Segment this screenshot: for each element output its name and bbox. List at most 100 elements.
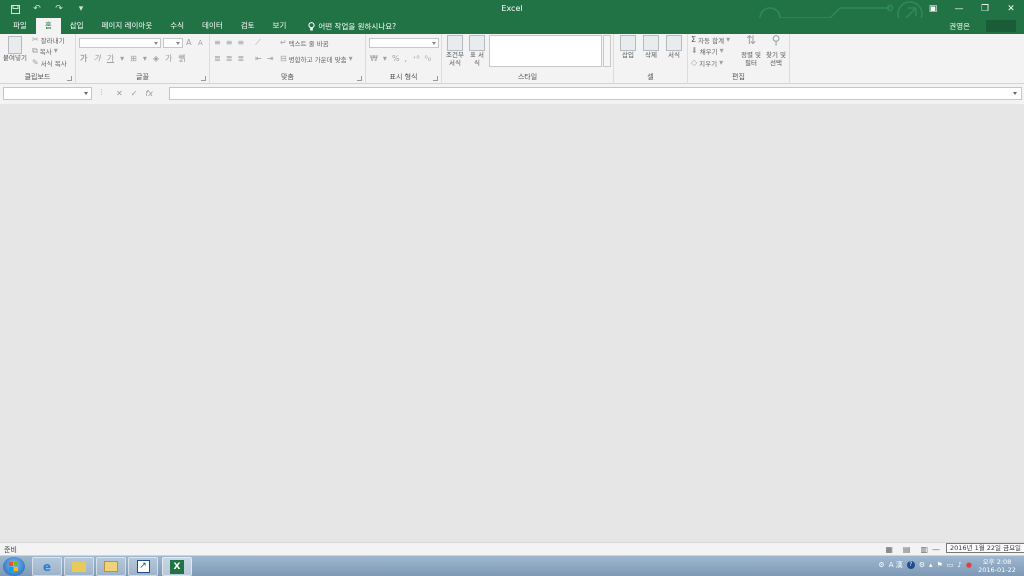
find-select-button[interactable]: ⚲ 찾기 및 선택: [764, 34, 788, 67]
paste-button[interactable]: 붙여넣기: [2, 36, 28, 62]
taskbar-ie[interactable]: e: [32, 557, 62, 576]
cell-styles-gallery[interactable]: [489, 35, 602, 67]
format-cells-button[interactable]: 서식: [663, 35, 685, 59]
number-format-combo[interactable]: [369, 38, 439, 48]
formula-bar-splitter[interactable]: ⋮: [98, 88, 105, 96]
number-launcher-icon[interactable]: [433, 76, 438, 81]
clear-button[interactable]: ◇ 지우기 ▾: [691, 58, 723, 68]
align-middle-icon[interactable]: ≡: [226, 38, 233, 48]
taskbar-app[interactable]: ↗: [128, 557, 158, 576]
wrap-text-button[interactable]: ↵ 텍스트 줄 바꿈: [280, 38, 329, 48]
decrease-decimal-icon[interactable]: ⁰₀: [425, 54, 431, 64]
fill-button[interactable]: ⬇ 채우기 ▾: [691, 46, 724, 56]
align-right-icon[interactable]: ≣: [237, 54, 244, 64]
help-icon[interactable]: ?: [906, 561, 915, 569]
cut-button[interactable]: ✂ 잘라내기: [32, 35, 65, 45]
start-button[interactable]: [3, 557, 25, 576]
styles-group-label: 스타일: [517, 73, 538, 81]
phonetic-icon[interactable]: 뻵: [178, 54, 185, 64]
align-center-icon[interactable]: ≣: [226, 54, 233, 64]
cancel-icon[interactable]: ✕: [116, 89, 123, 98]
insert-function-icon[interactable]: fx: [145, 89, 153, 98]
clock-date: 2016-01-22: [978, 566, 1016, 574]
normal-view-icon[interactable]: ▦: [885, 545, 893, 554]
alignment-group: ≡ ≡ ≡ ⟋ ≣ ≣ ≣ ⇤ ⇥ ↵ 텍스트 줄 바꿈 ⊟ 병합하고 가운데 …: [210, 34, 366, 84]
align-bottom-icon[interactable]: ≡: [237, 38, 244, 48]
chevron-down-icon: ▾: [53, 46, 58, 55]
increase-font-icon[interactable]: A: [186, 38, 191, 48]
copy-button[interactable]: ⧉ 복사 ▾: [32, 46, 58, 56]
bold-button[interactable]: 가: [80, 54, 87, 64]
taskbar-files[interactable]: [96, 557, 126, 576]
borders-icon[interactable]: ⊞: [130, 54, 137, 64]
increase-indent-icon[interactable]: ⇥: [267, 54, 274, 64]
comma-style-icon[interactable]: ,: [405, 54, 408, 64]
clock[interactable]: 오후 2:08 2016-01-22: [974, 558, 1020, 574]
security-icon[interactable]: ●: [966, 561, 972, 569]
tab-formulas[interactable]: 수식: [161, 18, 193, 34]
align-left-icon[interactable]: ≣: [214, 54, 221, 64]
font-color-icon[interactable]: 가: [165, 54, 172, 64]
taskbar-excel[interactable]: X: [162, 557, 192, 576]
editing-group-label: 편집: [732, 73, 745, 81]
sort-filter-button[interactable]: ⇅ 정렬 및 필터: [740, 34, 762, 67]
user-avatar[interactable]: [986, 20, 1016, 32]
insert-cells-button[interactable]: 삽입: [617, 35, 639, 59]
restore-icon[interactable]: ❐: [972, 0, 998, 18]
fill-color-icon[interactable]: ◈: [153, 54, 159, 64]
currency-icon[interactable]: ₩: [370, 54, 378, 64]
user-name[interactable]: 권영은: [949, 21, 970, 32]
font-name-combo[interactable]: [79, 38, 161, 48]
font-size-combo[interactable]: [163, 38, 183, 48]
merge-center-button[interactable]: ⊟ 병합하고 가운데 맞춤 ▾: [280, 54, 353, 64]
format-as-table-button[interactable]: 표 서식: [468, 35, 486, 67]
minimize-icon[interactable]: —: [946, 0, 972, 18]
styles-gallery-scrollbar[interactable]: [603, 35, 611, 67]
format-cells-icon: [666, 35, 682, 51]
tell-me-box[interactable]: 어떤 작업을 원하시나요?: [299, 18, 405, 34]
settings-icon[interactable]: ⚙: [919, 561, 925, 569]
font-launcher-icon[interactable]: [201, 76, 206, 81]
volume-icon[interactable]: ♪: [957, 561, 961, 569]
show-hidden-icons-icon[interactable]: ▴: [929, 561, 933, 569]
zoom-slider[interactable]: —: [932, 545, 940, 554]
name-box[interactable]: [3, 87, 92, 100]
network-icon[interactable]: ⚙: [878, 561, 884, 569]
taskbar-explorer[interactable]: [64, 557, 94, 576]
clipboard-group-label: 클립보드: [24, 73, 51, 81]
excel-icon: X: [170, 559, 184, 574]
tab-insert[interactable]: 삽입: [61, 18, 93, 34]
increase-decimal-icon[interactable]: ⁺⁰: [412, 54, 419, 64]
tab-file[interactable]: 파일: [4, 18, 36, 34]
eraser-icon: ◇: [691, 58, 698, 67]
close-icon[interactable]: ✕: [998, 0, 1024, 18]
ime-indicator[interactable]: A 漢: [889, 560, 903, 570]
tab-page-layout[interactable]: 페이지 레이아웃: [93, 18, 162, 34]
delete-cells-button[interactable]: 삭제: [640, 35, 662, 59]
tab-home[interactable]: 홈: [35, 18, 61, 34]
underline-button[interactable]: 가: [107, 54, 114, 64]
tab-review[interactable]: 검토: [232, 18, 264, 34]
alignment-launcher-icon[interactable]: [357, 76, 362, 81]
percent-button[interactable]: %: [392, 54, 400, 64]
decrease-indent-icon[interactable]: ⇤: [255, 54, 262, 64]
tab-data[interactable]: 데이터: [193, 18, 232, 34]
conditional-formatting-button[interactable]: 조건부 서식: [444, 35, 466, 67]
decrease-font-icon[interactable]: A: [198, 38, 203, 48]
formula-input[interactable]: [169, 87, 1022, 100]
tab-view[interactable]: 보기: [264, 18, 296, 34]
flag-icon[interactable]: ⚑: [937, 561, 943, 569]
orientation-icon[interactable]: ⟋: [255, 38, 261, 48]
chevron-down-icon: ▾: [719, 46, 724, 55]
monitor-icon[interactable]: ▭: [947, 561, 954, 569]
clipboard-group: 붙여넣기 ✂ 잘라내기 ⧉ 복사 ▾ ✎ 서식 복사 클립보드: [0, 34, 76, 84]
clipboard-launcher-icon[interactable]: [67, 76, 72, 81]
page-break-view-icon[interactable]: ▥: [920, 545, 928, 554]
align-top-icon[interactable]: ≡: [214, 38, 221, 48]
italic-button[interactable]: 가: [93, 54, 100, 64]
format-painter-button[interactable]: ✎ 서식 복사: [32, 58, 67, 68]
enter-icon[interactable]: ✓: [131, 89, 138, 98]
page-layout-view-icon[interactable]: ▤: [903, 545, 911, 554]
view-buttons: ▦ ▤ ▥: [885, 545, 928, 554]
autosum-button[interactable]: Σ 자동 합계 ▾: [691, 35, 730, 45]
